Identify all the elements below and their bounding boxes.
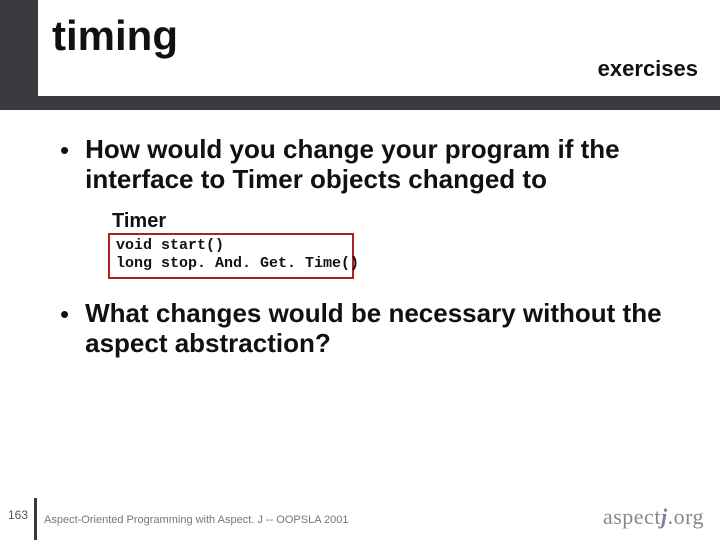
content-area: • How would you change your program if t…	[60, 134, 680, 202]
code-box: void start() long stop. And. Get. Time()	[108, 233, 354, 279]
bullet-1: • How would you change your program if t…	[60, 134, 680, 194]
footer-caption: Aspect-Oriented Programming with Aspect.…	[44, 514, 348, 526]
bullet-2: • What changes would be necessary withou…	[60, 298, 680, 358]
code-line-1: void start()	[116, 237, 346, 255]
bullet-2-text: What changes would be necessary without …	[85, 298, 680, 358]
page-number: 163	[8, 508, 28, 522]
footer-accent-bar	[34, 498, 37, 540]
bullet-1-text: How would you change your program if the…	[85, 134, 680, 194]
code-block-title: Timer	[108, 208, 354, 233]
title-band: timing exercises	[0, 0, 720, 96]
bullet-dot-icon: •	[60, 298, 69, 330]
logo-prefix: aspect	[603, 504, 661, 529]
bullet-dot-icon: •	[60, 134, 69, 166]
slide-title: timing	[52, 12, 178, 60]
code-block: Timer void start() long stop. And. Get. …	[108, 208, 354, 279]
divider-bar	[0, 96, 720, 110]
logo-suffix: .org	[668, 504, 704, 529]
title-accent-block	[0, 0, 38, 96]
slide-subtitle: exercises	[598, 56, 698, 82]
code-line-2: long stop. And. Get. Time()	[116, 255, 346, 273]
slide: timing exercises • How would you change …	[0, 0, 720, 540]
logo: aspectj.org	[603, 504, 704, 530]
logo-j: j	[661, 504, 668, 529]
